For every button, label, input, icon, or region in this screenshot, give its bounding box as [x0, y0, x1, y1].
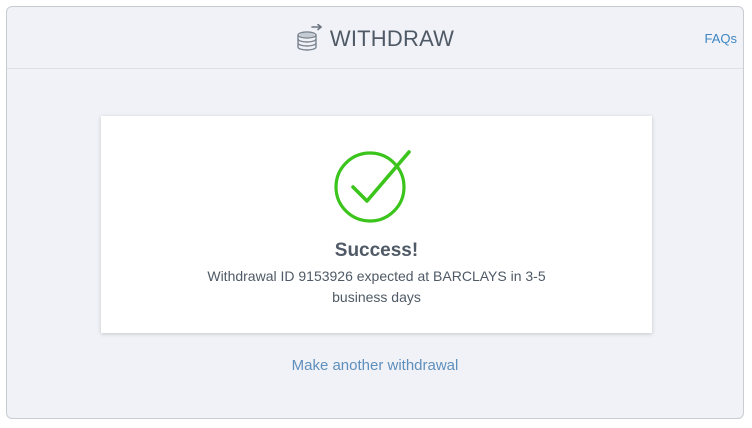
coins-arrow-icon — [296, 23, 324, 54]
check-circle-icon — [334, 144, 416, 224]
faqs-link[interactable]: FAQs — [704, 31, 737, 46]
panel-header: WITHDRAW FAQs — [7, 7, 743, 69]
success-card: Success! Withdrawal ID 9153926 expected … — [101, 116, 652, 333]
success-message: Withdrawal ID 9153926 expected at BARCLA… — [207, 268, 546, 305]
success-title: Success! — [334, 240, 419, 261]
withdraw-panel: WITHDRAW FAQs Success! Withdrawal ID 915… — [6, 6, 744, 419]
title-group: WITHDRAW — [7, 23, 743, 54]
make-another-withdrawal-link[interactable]: Make another withdrawal — [7, 357, 743, 374]
page-title: WITHDRAW — [329, 26, 455, 51]
